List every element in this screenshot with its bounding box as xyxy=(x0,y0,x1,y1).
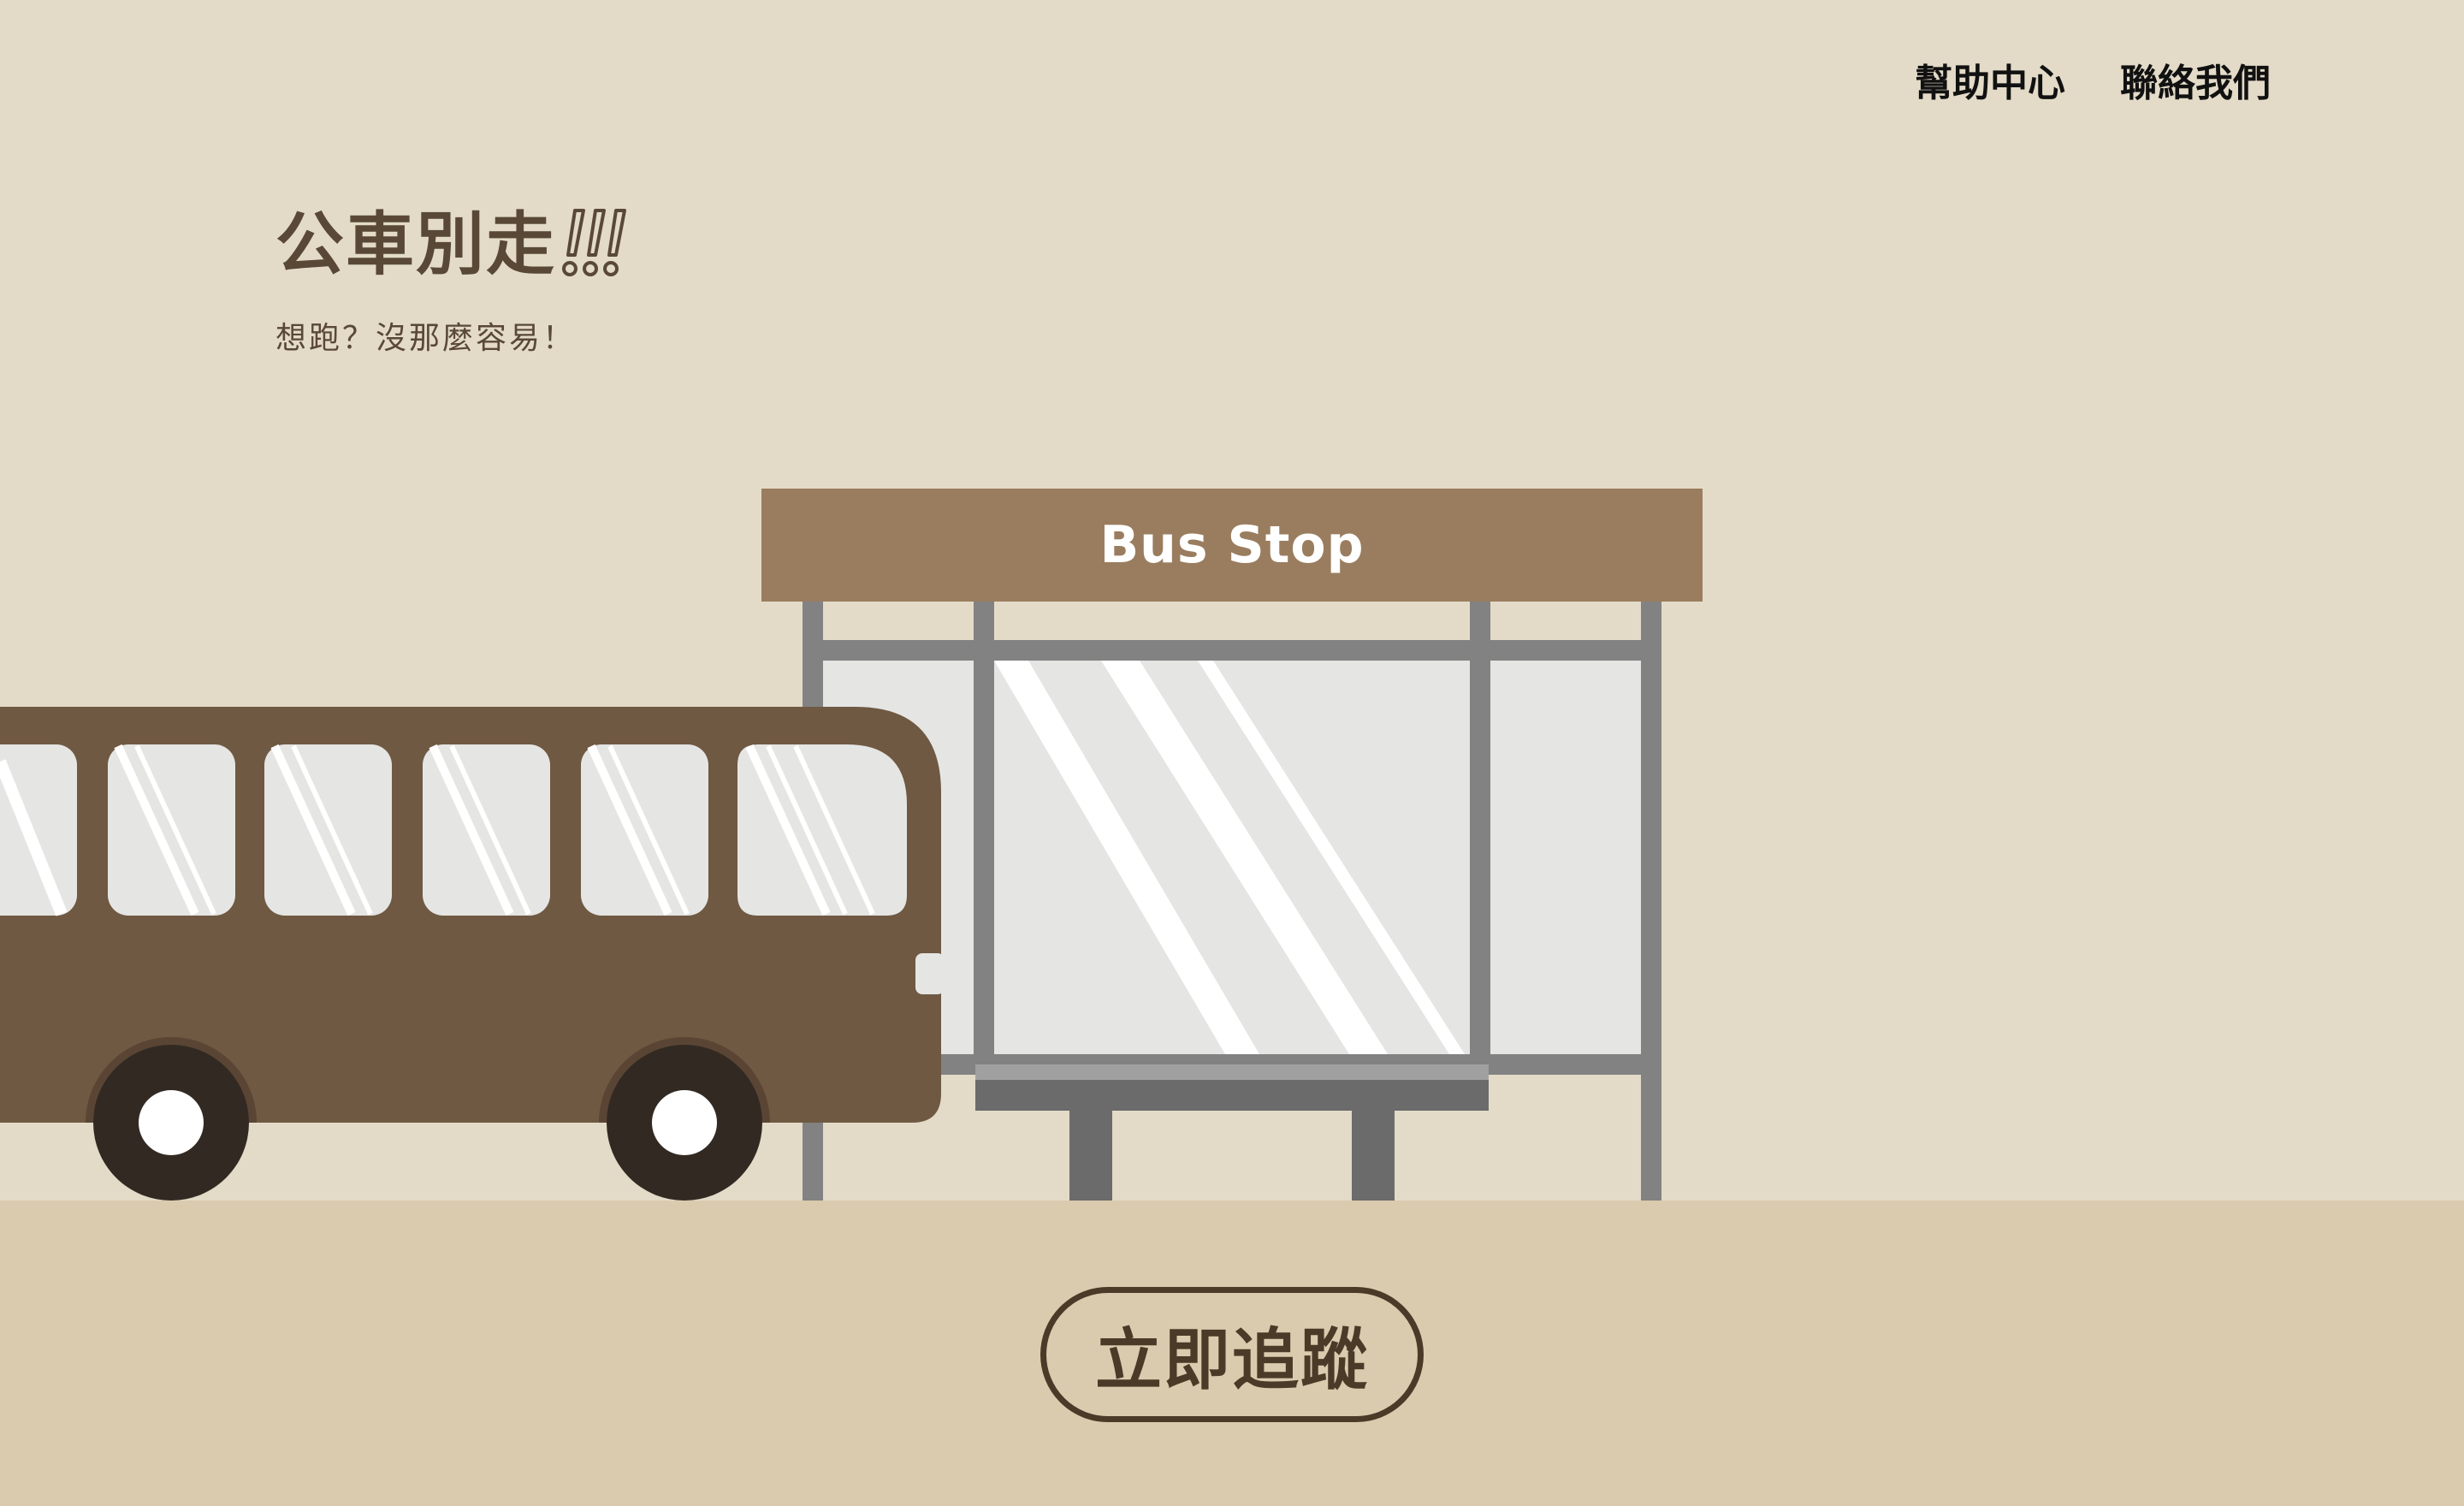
bus-wheel-rear xyxy=(86,1037,257,1201)
track-now-button[interactable]: 立即追蹤 xyxy=(1040,1287,1424,1422)
bus-stop-scene xyxy=(0,489,1703,1201)
bus-windows xyxy=(0,744,907,916)
bus-wheel-front xyxy=(599,1037,770,1201)
bench xyxy=(975,1064,1489,1201)
bus-stop-sign-label: Bus Stop xyxy=(1099,515,1365,575)
